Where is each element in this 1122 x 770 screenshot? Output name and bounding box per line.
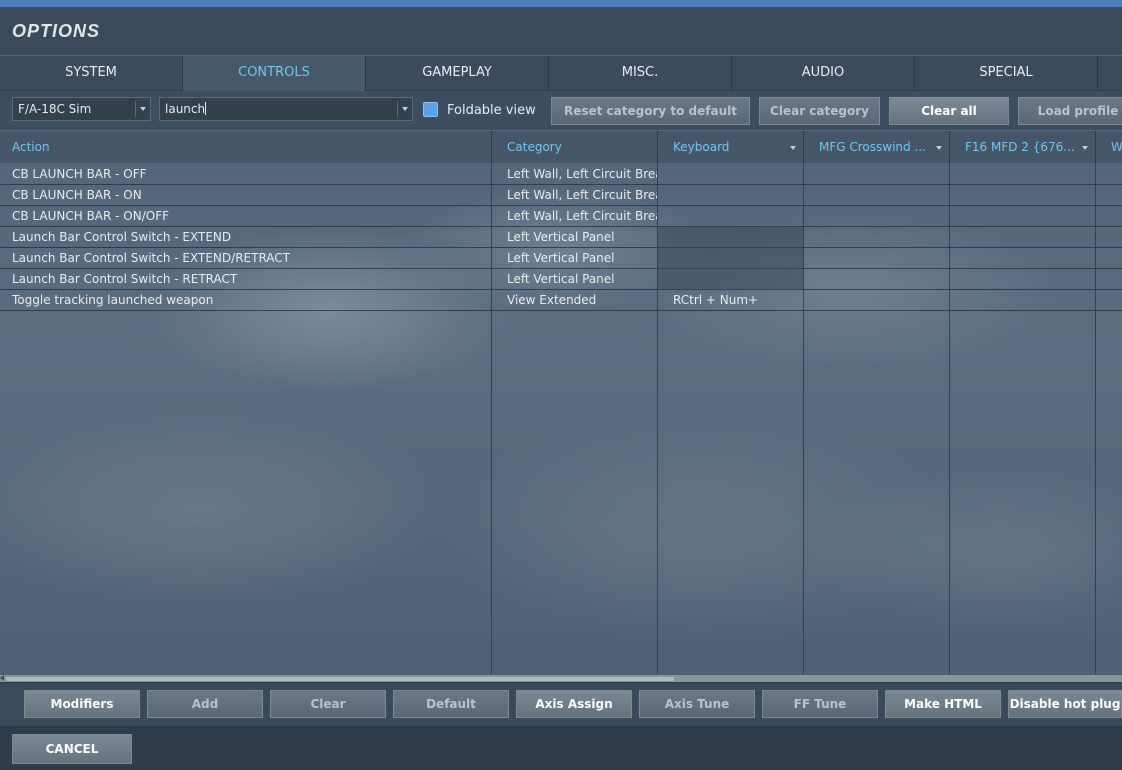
controls-toolbar: F/A-18C Sim launch Foldable view Reset c…: [0, 92, 1122, 130]
row-action: CB LAUNCH BAR - ON: [12, 188, 142, 202]
page-title: OPTIONS: [12, 21, 101, 41]
tab-bar-filler: [1098, 56, 1122, 90]
scrollbar-thumb[interactable]: [6, 677, 674, 681]
horizontal-scrollbar[interactable]: [0, 675, 1122, 682]
row-keyboard[interactable]: RCtrl + Num+: [673, 293, 803, 307]
row-category: Left Wall, Left Circuit Breaker Panel: [507, 167, 657, 181]
aircraft-select[interactable]: F/A-18C Sim: [12, 97, 151, 121]
row-action: Launch Bar Control Switch - EXTEND: [12, 230, 232, 244]
tab-audio[interactable]: AUDIO: [732, 56, 915, 91]
clear-category-button[interactable]: Clear category: [759, 97, 880, 125]
default-button[interactable]: Default: [393, 690, 509, 718]
axis-tune-button[interactable]: Axis Tune: [639, 690, 755, 718]
chevron-down-icon[interactable]: [790, 146, 796, 150]
table-row[interactable]: Launch Bar Control Switch - EXTEND Left …: [0, 227, 1122, 248]
ff-tune-button[interactable]: FF Tune: [762, 690, 878, 718]
row-action: Launch Bar Control Switch - RETRACT: [12, 272, 238, 286]
row-category: Left Vertical Panel: [507, 251, 615, 265]
disable-hot-plug-button[interactable]: Disable hot plug: [1008, 690, 1122, 718]
unavailable-binding-cell: [658, 227, 803, 248]
bottom-action-bar: Modifiers Add Clear Default Axis Assign …: [0, 682, 1122, 726]
modifiers-button[interactable]: Modifiers: [24, 690, 140, 718]
tab-misc[interactable]: MISC.: [549, 56, 732, 91]
row-category: Left Wall, Left Circuit Breaker Panel: [507, 209, 657, 223]
unavailable-binding-cell: [658, 269, 803, 290]
select-divider: [397, 101, 398, 117]
column-header-device-1[interactable]: MFG Crosswind ...: [819, 140, 929, 154]
tab-special[interactable]: SPECIAL: [915, 56, 1098, 91]
axis-assign-button[interactable]: Axis Assign: [516, 690, 632, 718]
row-category: Left Vertical Panel: [507, 230, 615, 244]
cancel-button[interactable]: CANCEL: [12, 734, 132, 764]
foldable-view-label: Foldable view: [447, 103, 536, 118]
make-html-button[interactable]: Make HTML: [885, 690, 1001, 718]
tab-gameplay[interactable]: GAMEPLAY: [366, 56, 549, 91]
table-row[interactable]: CB LAUNCH BAR - OFF Left Wall, Left Circ…: [0, 164, 1122, 185]
tab-controls[interactable]: CONTROLS: [183, 56, 366, 91]
title-bar: OPTIONS: [0, 7, 1122, 56]
table-row[interactable]: CB LAUNCH BAR - ON/OFF Left Wall, Left C…: [0, 206, 1122, 227]
row-action: CB LAUNCH BAR - ON/OFF: [12, 209, 170, 223]
column-header-keyboard[interactable]: Keyboard: [673, 140, 783, 154]
row-action: Launch Bar Control Switch - EXTEND/RETRA…: [12, 251, 290, 265]
table-row[interactable]: CB LAUNCH BAR - ON Left Wall, Left Circu…: [0, 185, 1122, 206]
select-divider: [135, 101, 136, 117]
window-top-strip: [0, 0, 1122, 7]
chevron-down-icon[interactable]: [140, 107, 146, 111]
load-profile-button[interactable]: Load profile: [1018, 97, 1122, 125]
column-header-category[interactable]: Category: [507, 140, 562, 154]
footer-bar: CANCEL: [0, 726, 1122, 770]
row-action: Toggle tracking launched weapon: [12, 293, 214, 307]
chevron-down-icon[interactable]: [936, 146, 942, 150]
column-header-action[interactable]: Action: [12, 140, 50, 154]
column-header-device-2[interactable]: F16 MFD 2 {676...: [965, 140, 1075, 154]
column-header-device-3[interactable]: W: [1111, 140, 1122, 154]
table-row[interactable]: Launch Bar Control Switch - EXTEND/RETRA…: [0, 248, 1122, 269]
add-button[interactable]: Add: [147, 690, 263, 718]
chevron-down-icon[interactable]: [402, 107, 408, 111]
unavailable-binding-cell: [658, 248, 803, 269]
chevron-down-icon[interactable]: [1082, 146, 1088, 150]
clear-all-button[interactable]: Clear all: [889, 97, 1009, 125]
foldable-view-checkbox[interactable]: [423, 102, 438, 117]
table-row[interactable]: Toggle tracking launched weapon View Ext…: [0, 290, 1122, 311]
tab-bar: SYSTEM CONTROLS GAMEPLAY MISC. AUDIO SPE…: [0, 56, 1122, 91]
row-category: Left Wall, Left Circuit Breaker Panel: [507, 188, 657, 202]
text-caret: [205, 102, 207, 115]
aircraft-select-value: F/A-18C Sim: [18, 102, 92, 116]
table-header: Action Category Keyboard MFG Crosswind .…: [0, 131, 1122, 163]
reset-category-button[interactable]: Reset category to default: [551, 97, 750, 125]
table-row[interactable]: Launch Bar Control Switch - RETRACT Left…: [0, 269, 1122, 290]
clear-button[interactable]: Clear: [270, 690, 386, 718]
row-category: Left Vertical Panel: [507, 272, 615, 286]
search-input[interactable]: launch: [159, 97, 413, 121]
tab-system[interactable]: SYSTEM: [0, 56, 183, 91]
row-category: View Extended: [507, 293, 597, 307]
scroll-left-arrow-icon[interactable]: [0, 675, 4, 681]
search-input-value: launch: [165, 102, 206, 116]
row-action: CB LAUNCH BAR - OFF: [12, 167, 147, 181]
